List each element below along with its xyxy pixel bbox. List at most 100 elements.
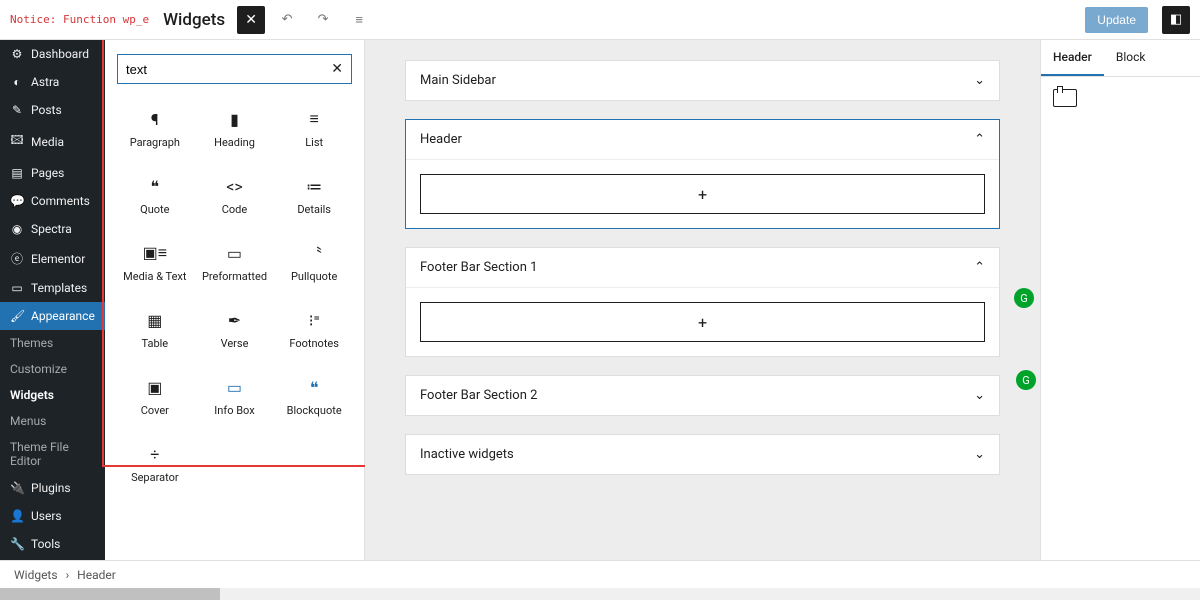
breadcrumb-sep: › <box>66 568 70 582</box>
block-icon: ▭ <box>227 376 242 398</box>
tab-header[interactable]: Header <box>1041 40 1104 76</box>
sidebar-item-posts[interactable]: ✎ Posts <box>0 96 105 124</box>
close-inserter-button[interactable]: ✕ <box>237 6 265 34</box>
widget-area-body: + <box>406 288 999 356</box>
sidebar-item-pages[interactable]: ▤Pages <box>0 159 105 187</box>
redo-icon[interactable]: ↷ <box>309 6 337 34</box>
block-icon: <> <box>226 175 243 197</box>
breadcrumb: Widgets › Header <box>0 560 1200 588</box>
sidebar-subitem-customize[interactable]: Customize <box>0 356 105 382</box>
widget-area-head[interactable]: Inactive widgets⌄ <box>406 435 999 474</box>
block-search-input[interactable] <box>126 62 331 77</box>
block-info-box[interactable]: ▭ Info Box <box>197 366 273 427</box>
sidebar-item-spectra[interactable]: ◉Spectra <box>0 215 105 243</box>
block-label: Pullquote <box>291 270 337 283</box>
settings-body <box>1041 77 1200 119</box>
grammarly-badge-icon[interactable]: G <box>1014 288 1034 308</box>
chevron-icon: ⌄ <box>974 73 985 88</box>
block-details[interactable]: ≔Details <box>276 165 352 226</box>
sidebar-subitem-themes[interactable]: Themes <box>0 330 105 356</box>
block-footnotes[interactable]: ⁝⁼Footnotes <box>276 299 352 360</box>
block-label: Quote <box>140 203 169 216</box>
chevron-icon: ⌄ <box>974 447 985 462</box>
block-list[interactable]: ≡List <box>276 98 352 159</box>
sidebar-item-media[interactable]: 🖾Media <box>0 124 105 159</box>
block-icon: ¶ <box>151 108 159 130</box>
sidebar-item-appearance[interactable]: 🖌Appearance <box>0 302 105 330</box>
sidebar-item-elementor[interactable]: ⓔElementor <box>0 243 105 274</box>
block-label: Media & Text <box>123 270 186 283</box>
menu-icon: 👤 <box>10 509 24 523</box>
tab-block[interactable]: Block <box>1104 40 1158 76</box>
sidebar-subitem-widgets[interactable]: Widgets <box>0 382 105 408</box>
sidebar-subitem-menus[interactable]: Menus <box>0 408 105 434</box>
sidebar-item-tools[interactable]: 🔧Tools <box>0 530 105 558</box>
sidebar-item-dashboard[interactable]: ⚙Dashboard <box>0 40 105 68</box>
widget-area-head[interactable]: Footer Bar Section 1⌃ <box>406 248 999 288</box>
block-table[interactable]: ▦Table <box>117 299 193 360</box>
menu-label: Posts <box>31 103 62 117</box>
block-media-text[interactable]: ▣≡ Media & Text <box>117 232 193 293</box>
list-view-icon[interactable]: ≡ <box>345 6 373 34</box>
widget-area-main-sidebar: Main Sidebar⌄ <box>405 60 1000 101</box>
block-blockquote[interactable]: ❝Blockquote <box>276 366 352 427</box>
sidebar-item-templates[interactable]: ▭Templates <box>0 274 105 302</box>
widget-area-footer-bar-section-: Footer Bar Section 2⌄ <box>405 375 1000 416</box>
block-separator[interactable]: ÷Separator <box>117 433 193 494</box>
sidebar-item-astra[interactable]: ◐Astra <box>0 68 105 96</box>
block-code[interactable]: <>Code <box>197 165 273 226</box>
sidebar-item-comments[interactable]: 💬Comments <box>0 187 105 215</box>
add-block-button[interactable]: + <box>420 302 985 342</box>
sidebar-item-users[interactable]: 👤Users <box>0 502 105 530</box>
update-button[interactable]: Update <box>1085 7 1148 33</box>
block-label: Heading <box>214 136 255 149</box>
add-block-button[interactable]: + <box>420 174 985 214</box>
menu-label: Elementor <box>31 252 85 266</box>
widget-area-label: Footer Bar Section 1 <box>420 260 537 275</box>
block-label: Details <box>297 203 331 216</box>
chevron-icon: ⌃ <box>974 132 985 147</box>
settings-toggle-icon[interactable]: ◧ <box>1162 6 1190 34</box>
clear-search-icon[interactable]: ✕ <box>331 61 343 77</box>
block-icon: ÷ <box>150 443 159 465</box>
block-label: Paragraph <box>130 136 180 149</box>
breadcrumb-item[interactable]: Widgets <box>14 568 58 582</box>
undo-icon[interactable]: ↶ <box>273 6 301 34</box>
horizontal-scrollbar[interactable] <box>0 588 1200 600</box>
sidebar-subitem-theme-file-editor[interactable]: Theme File Editor <box>0 434 105 474</box>
widget-canvas: Main Sidebar⌄ Header⌃ + Footer Bar Section … <box>365 40 1040 560</box>
block-preformatted[interactable]: ▭Preformatted <box>197 232 273 293</box>
chevron-icon: ⌄ <box>974 388 985 403</box>
block-cover[interactable]: ▣Cover <box>117 366 193 427</box>
menu-icon: 🖾 <box>10 131 24 152</box>
block-heading[interactable]: ▮ Heading <box>197 98 273 159</box>
block-verse[interactable]: ✒Verse <box>197 299 273 360</box>
block-icon: ▣≡ <box>143 242 167 264</box>
block-icon: ⁝⁼ <box>309 309 320 331</box>
block-label: Info Box <box>214 404 254 417</box>
widget-area-header: Header⌃ + <box>405 119 1000 229</box>
widget-area-icon <box>1053 89 1077 107</box>
menu-icon: 🖌 <box>10 309 24 323</box>
widget-area-head[interactable]: Footer Bar Section 2⌄ <box>406 376 999 415</box>
block-label: Table <box>142 337 169 350</box>
block-icon: ❝ <box>151 175 160 197</box>
scrollbar-thumb[interactable] <box>0 588 220 600</box>
php-notice: Notice: Function wp_e <box>10 13 149 26</box>
breadcrumb-item[interactable]: Header <box>77 568 116 582</box>
widget-area-body: + <box>406 160 999 228</box>
grammarly-badge-icon[interactable]: G <box>1016 370 1036 390</box>
page-title: Widgets <box>163 10 225 30</box>
block-search[interactable]: ✕ <box>117 54 352 84</box>
settings-panel: HeaderBlock <box>1040 40 1200 560</box>
block-quote[interactable]: ❝ Quote <box>117 165 193 226</box>
block-icon: ▮ <box>230 108 239 130</box>
block-pullquote[interactable]: 〝Pullquote <box>276 232 352 293</box>
block-paragraph[interactable]: ¶ Paragraph <box>117 98 193 159</box>
menu-icon: ▤ <box>10 166 24 180</box>
widget-area-head[interactable]: Header⌃ <box>406 120 999 160</box>
widget-area-head[interactable]: Main Sidebar⌄ <box>406 61 999 100</box>
menu-icon: ✎ <box>10 103 24 117</box>
sidebar-item-plugins[interactable]: 🔌Plugins <box>0 474 105 502</box>
block-icon: ▣ <box>147 376 162 398</box>
